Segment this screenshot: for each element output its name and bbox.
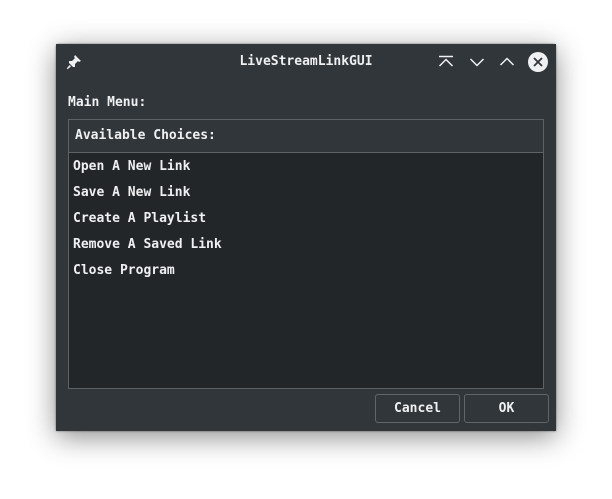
list-item-open-new-link[interactable]: Open A New Link [69, 154, 543, 180]
list-item-remove-saved-link[interactable]: Remove A Saved Link [69, 232, 543, 258]
main-menu-label: Main Menu: [68, 95, 147, 110]
title-bar[interactable]: LiveStreamLinkGUI [56, 44, 556, 80]
list-item-close-program[interactable]: Close Program [69, 258, 543, 284]
minimize-icon[interactable] [467, 52, 487, 72]
window-title: LiveStreamLinkGUI [239, 54, 373, 69]
dialog-window: LiveStreamLinkGUI Main Menu: Available C… [56, 44, 556, 431]
choices-list[interactable]: Available Choices: Open A New Link Save … [68, 119, 544, 389]
close-icon[interactable] [528, 52, 548, 72]
keep-above-icon[interactable] [436, 52, 456, 72]
cancel-button[interactable]: Cancel [375, 394, 460, 423]
list-item-save-new-link[interactable]: Save A New Link [69, 180, 543, 206]
pin-icon[interactable] [66, 54, 82, 70]
ok-button[interactable]: OK [464, 394, 549, 423]
list-header: Available Choices: [69, 120, 543, 153]
list-item-create-playlist[interactable]: Create A Playlist [69, 206, 543, 232]
maximize-icon[interactable] [497, 52, 517, 72]
